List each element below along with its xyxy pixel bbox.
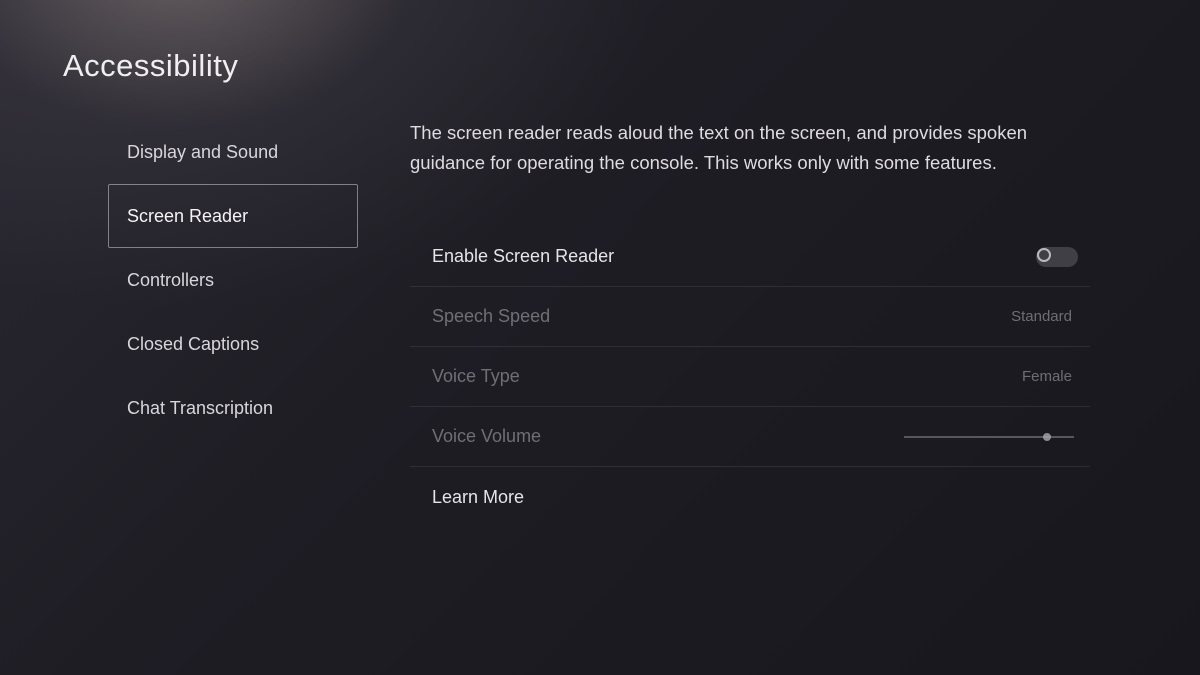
setting-label: Voice Type: [432, 366, 520, 387]
volume-slider[interactable]: [904, 436, 1074, 438]
toggle-knob-icon: [1037, 248, 1051, 262]
setting-label: Voice Volume: [432, 426, 541, 447]
slider-knob-icon: [1043, 433, 1051, 441]
sidebar-item-label: Closed Captions: [127, 334, 259, 355]
sidebar-item-display-and-sound[interactable]: Display and Sound: [108, 120, 358, 184]
setting-speech-speed[interactable]: Speech Speed Standard: [410, 287, 1090, 347]
sidebar-item-label: Chat Transcription: [127, 398, 273, 419]
sidebar-item-chat-transcription[interactable]: Chat Transcription: [108, 376, 358, 440]
sidebar-item-controllers[interactable]: Controllers: [108, 248, 358, 312]
description-text: The screen reader reads aloud the text o…: [410, 118, 1090, 177]
setting-value: Standard: [1011, 308, 1084, 325]
sidebar-item-label: Screen Reader: [127, 206, 248, 227]
sidebar-item-closed-captions[interactable]: Closed Captions: [108, 312, 358, 376]
setting-learn-more[interactable]: Learn More: [410, 467, 1090, 527]
learn-more-label: Learn More: [432, 487, 524, 508]
sidebar-item-label: Controllers: [127, 270, 214, 291]
sidebar-item-screen-reader[interactable]: Screen Reader: [108, 184, 358, 248]
sidebar-item-label: Display and Sound: [127, 142, 278, 163]
setting-value: Female: [1022, 368, 1084, 385]
main-panel: The screen reader reads aloud the text o…: [410, 118, 1090, 527]
page-title: Accessibility: [63, 48, 238, 84]
setting-enable-screen-reader[interactable]: Enable Screen Reader: [410, 227, 1090, 287]
setting-voice-volume[interactable]: Voice Volume: [410, 407, 1090, 467]
setting-label: Speech Speed: [432, 306, 550, 327]
sidebar: Display and Sound Screen Reader Controll…: [108, 120, 358, 440]
setting-voice-type[interactable]: Voice Type Female: [410, 347, 1090, 407]
toggle-switch[interactable]: [1036, 247, 1078, 267]
setting-label: Enable Screen Reader: [432, 246, 614, 267]
